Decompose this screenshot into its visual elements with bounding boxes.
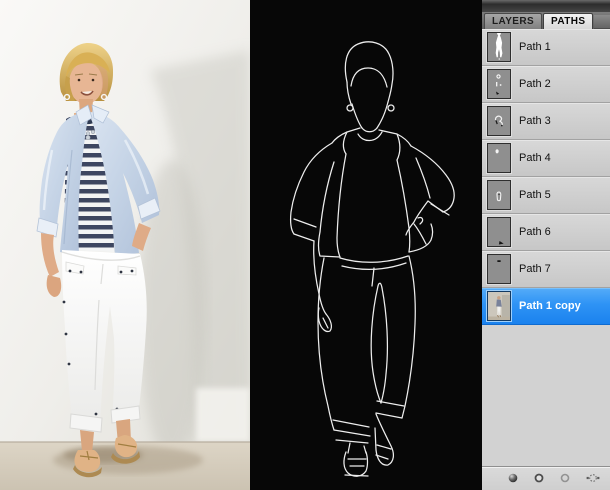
woman-photo-illustration <box>0 0 250 490</box>
photo-document[interactable] <box>0 0 250 490</box>
figure-silhouette-thumb-icon <box>487 32 511 62</box>
outline-document-canvas[interactable] <box>250 0 482 490</box>
path-row[interactable]: Path 4 <box>482 140 610 177</box>
small-blob-thumb-icon <box>487 143 511 173</box>
tab-layers[interactable]: LAYERS <box>484 13 542 29</box>
path-name: Path 7 <box>519 263 551 275</box>
paths-panel: LAYERS PATHS Path 1 <box>482 0 610 490</box>
path-name: Path 1 copy <box>519 300 581 312</box>
make-work-path-icon[interactable] <box>586 470 600 488</box>
paths-list: Path 1 Path 2 <box>482 29 610 325</box>
panel-empty-area <box>482 325 610 466</box>
panel-tabs: LAYERS PATHS <box>482 12 610 29</box>
path-name: Path 4 <box>519 152 551 164</box>
panel-header-bar <box>482 0 610 12</box>
path-name: Path 3 <box>519 115 551 127</box>
path-row[interactable]: Path 1 <box>482 29 610 66</box>
photo-thumbnail-icon <box>487 291 511 321</box>
tab-bar-filler <box>594 15 610 29</box>
corner-triangle-thumb-icon <box>487 217 511 247</box>
foot-outline-thumb-icon <box>487 180 511 210</box>
fill-path-icon[interactable] <box>508 470 518 488</box>
curl-shape-thumb-icon <box>487 106 511 136</box>
path-name: Path 5 <box>519 189 551 201</box>
load-path-as-selection-icon[interactable] <box>560 470 570 488</box>
path-row[interactable]: Path 3 <box>482 103 610 140</box>
scattered-marks-thumb-icon <box>487 69 511 99</box>
path-row[interactable]: Path 2 <box>482 66 610 103</box>
path-row-selected[interactable]: Path 1 copy <box>482 288 610 325</box>
stroke-path-icon[interactable] <box>534 470 544 488</box>
photoshop-screenshot: LAYERS PATHS Path 1 <box>0 0 610 490</box>
path-name: Path 2 <box>519 78 551 90</box>
pen-path-outline-drawing <box>250 0 482 490</box>
path-name: Path 1 <box>519 41 551 53</box>
path-row[interactable]: Path 7 <box>482 251 610 288</box>
path-row[interactable]: Path 6 <box>482 214 610 251</box>
path-name: Path 6 <box>519 226 551 238</box>
tab-paths[interactable]: PATHS <box>543 13 593 29</box>
paths-panel-footer <box>482 466 610 490</box>
small-dash-thumb-icon <box>487 254 511 284</box>
path-row[interactable]: Path 5 <box>482 177 610 214</box>
